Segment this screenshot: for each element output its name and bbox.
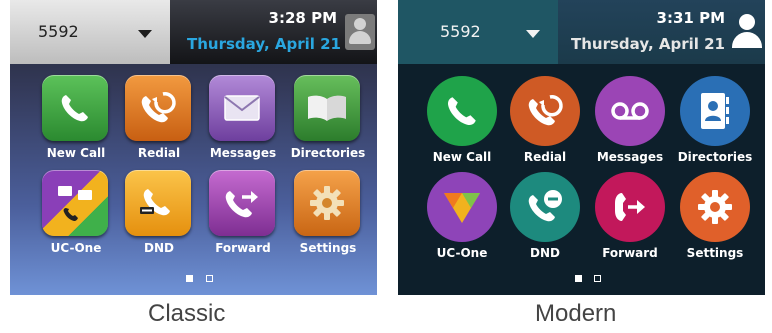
- app-label: New Call: [432, 150, 492, 164]
- app-label: Directories: [290, 146, 366, 160]
- caption-modern: Modern: [535, 300, 617, 327]
- redial-icon: [510, 76, 580, 146]
- modern-phone-screen: 5592 3:31 PM Thursday, April 21 New Call…: [398, 0, 765, 295]
- app-label: Settings: [299, 241, 357, 255]
- page-dot[interactable]: [206, 275, 213, 282]
- book-icon: [294, 75, 360, 141]
- line-number: 5592: [38, 22, 79, 41]
- phone-icon: [42, 75, 108, 141]
- contact-book-icon: [680, 76, 750, 146]
- app-label: New Call: [46, 146, 106, 160]
- uc-one-icon: [42, 170, 108, 236]
- app-label: Messages: [596, 150, 664, 164]
- app-label: UC-One: [436, 246, 488, 260]
- dnd-icon: [510, 172, 580, 242]
- phone-icon: [427, 76, 497, 146]
- app-label: Redial: [523, 150, 567, 164]
- caption-classic: Classic: [148, 300, 226, 327]
- app-label: Redial: [137, 146, 181, 160]
- user-avatar-icon[interactable]: [729, 12, 765, 52]
- app-label: Forward: [215, 241, 271, 255]
- dnd-icon: [125, 170, 191, 236]
- page-dot-active[interactable]: [575, 275, 582, 282]
- page-dot-active[interactable]: [186, 275, 193, 282]
- app-label: Messages: [209, 146, 277, 160]
- voicemail-icon: [595, 76, 665, 146]
- redial-icon: [125, 75, 191, 141]
- line-selector[interactable]: 5592: [398, 0, 558, 64]
- line-number: 5592: [440, 22, 481, 41]
- gear-icon: [294, 170, 360, 236]
- page-indicator: [10, 275, 377, 287]
- uc-one-icon: [427, 172, 497, 242]
- forward-icon: [209, 170, 275, 236]
- gear-icon: [680, 172, 750, 242]
- status-bar: 5592 3:31 PM Thursday, April 21: [398, 0, 765, 64]
- chevron-down-icon: [526, 30, 540, 38]
- line-selector[interactable]: 5592: [10, 0, 170, 64]
- app-label: DND: [144, 241, 174, 255]
- app-label: DND: [530, 246, 560, 260]
- forward-icon: [595, 172, 665, 242]
- app-label: Directories: [677, 150, 753, 164]
- page-dot[interactable]: [594, 275, 601, 282]
- clock-date: Thursday, April 21: [187, 35, 341, 53]
- envelope-icon: [209, 75, 275, 141]
- page-indicator: [398, 275, 765, 287]
- app-label: UC-One: [50, 241, 102, 255]
- clock-time: 3:31 PM: [656, 9, 725, 27]
- clock-time: 3:28 PM: [268, 9, 337, 27]
- classic-phone-screen: 5592 3:28 PM Thursday, April 21 New Call…: [10, 0, 377, 295]
- status-bar: 5592 3:28 PM Thursday, April 21: [10, 0, 377, 64]
- clock-date: Thursday, April 21: [571, 35, 725, 53]
- user-avatar-icon[interactable]: [345, 14, 375, 50]
- app-label: Forward: [602, 246, 658, 260]
- app-label: Settings: [686, 246, 744, 260]
- chevron-down-icon: [138, 30, 152, 38]
